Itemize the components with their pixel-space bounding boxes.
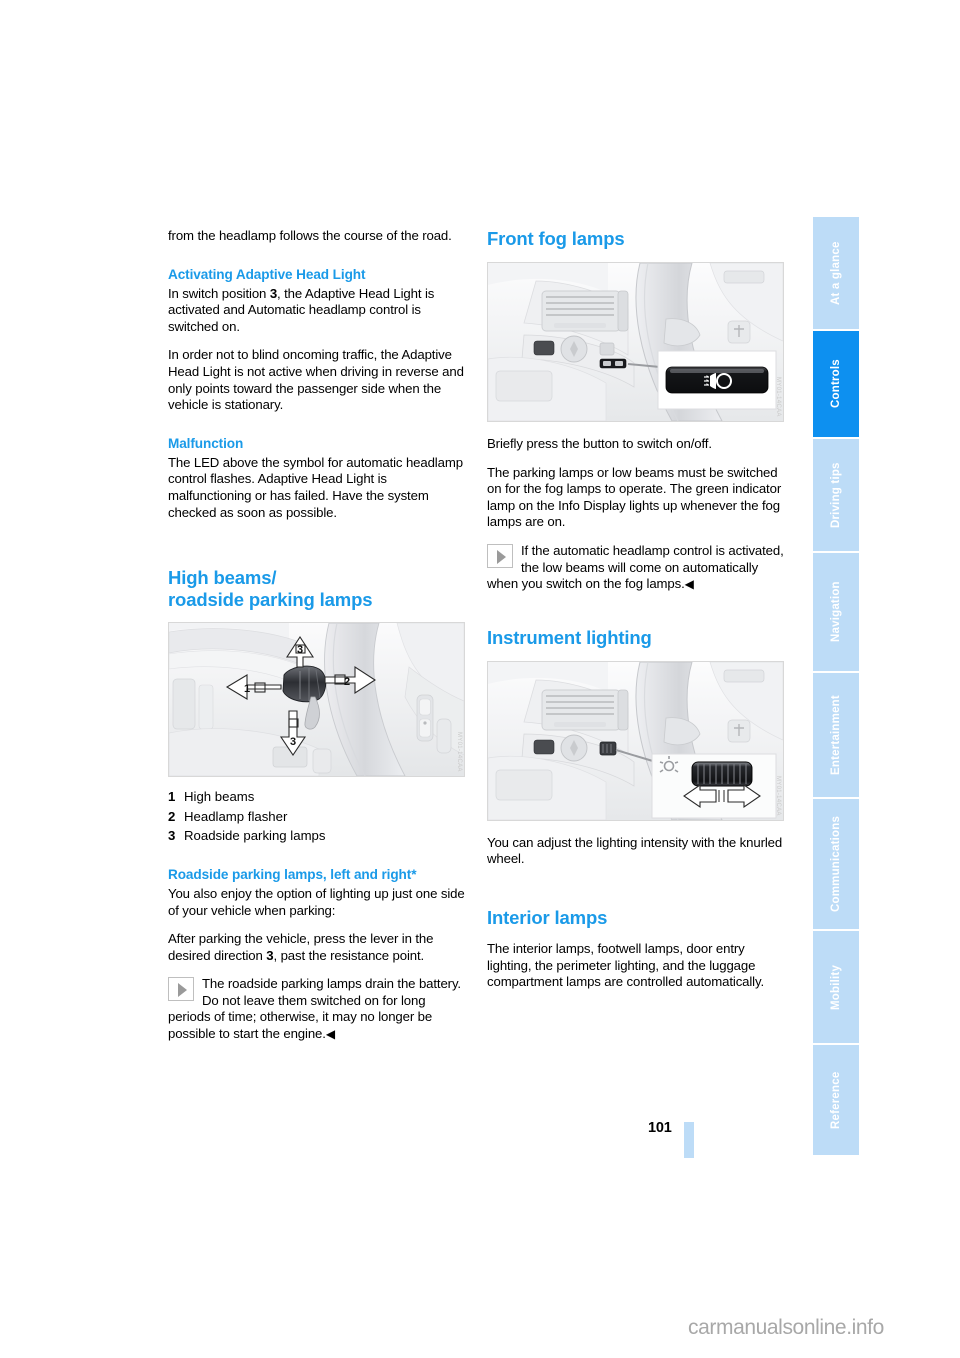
heading-roadside-parking-lamps-left-and-right: Roadside parking lamps, left and right* bbox=[168, 866, 417, 882]
legend-number: 1 bbox=[168, 789, 176, 805]
figure-code: MY01-14CAA bbox=[775, 776, 781, 816]
fog-paragraph-2: The parking lamps or low beams must be s… bbox=[487, 464, 782, 530]
note-end-mark: ◀ bbox=[325, 1027, 335, 1042]
legend-label: High beams bbox=[184, 789, 255, 805]
note-triangle-icon bbox=[487, 543, 513, 568]
page-number: 101 bbox=[648, 1120, 672, 1136]
list-item: 3 Roadside parking lamps bbox=[168, 828, 465, 845]
roadside-paragraph-2: After parking the vehicle, press the lev… bbox=[168, 931, 465, 964]
legend-number: 3 bbox=[168, 828, 176, 844]
legend-number: 2 bbox=[168, 808, 176, 824]
instrument-lighting-illustration bbox=[488, 661, 783, 820]
heading-activating-adaptive-head-light: Activating Adaptive Head Light bbox=[168, 266, 366, 282]
heading-line-1: High beams/ bbox=[168, 567, 277, 589]
tab-label: Controls bbox=[830, 359, 842, 409]
continued-paragraph: from the headlamp follows the course of … bbox=[168, 228, 452, 243]
sidebar-item-mobility[interactable]: Mobility bbox=[813, 931, 859, 1043]
svg-text:1: 1 bbox=[244, 683, 250, 695]
tab-label: Driving tips bbox=[830, 462, 842, 528]
activating-paragraph-1: In switch position 3, the Adaptive Head … bbox=[168, 286, 465, 336]
page-number-bar bbox=[684, 1122, 694, 1158]
note-text: If the automatic headlamp control is act… bbox=[487, 542, 784, 592]
knurled-wheel-callout bbox=[651, 753, 777, 819]
roadside-p2-part-b: , past the resistance point. bbox=[273, 947, 425, 963]
figure-code: MY01-14CAA bbox=[775, 377, 781, 417]
note-end-mark: ◀ bbox=[684, 577, 694, 592]
stalk-legend-list: 1 High beams 2 Headlamp flasher 3 Roadsi… bbox=[168, 789, 465, 845]
tab-label: Mobility bbox=[830, 964, 842, 1010]
knurled-wheel-on-dash bbox=[599, 741, 617, 756]
roadside-paragraph-1: You also enjoy the option of lighting up… bbox=[168, 885, 465, 918]
sidebar-item-entertainment[interactable]: Entertainment bbox=[813, 673, 859, 797]
switch-position-number: 3 bbox=[269, 285, 278, 301]
fog-paragraph-1: Briefly press the button to switch on/of… bbox=[487, 436, 712, 451]
fog-lamp-illustration bbox=[488, 263, 783, 421]
sidebar-item-reference[interactable]: Reference bbox=[813, 1045, 859, 1155]
instrument-paragraph-1: You can adjust the lighting intensity wi… bbox=[487, 834, 783, 867]
figure-fog-lamp-button: MY01-14CAA bbox=[487, 262, 784, 422]
sidebar-item-navigation[interactable]: Navigation bbox=[813, 553, 859, 671]
site-watermark: carmanualsonline.info bbox=[688, 1316, 884, 1339]
note-block-roadside: The roadside parking lamps drain the bat… bbox=[168, 976, 465, 1042]
tab-label: Communications bbox=[830, 815, 842, 913]
malfunction-paragraph: The LED above the symbol for automatic h… bbox=[168, 454, 463, 520]
sidebar-item-at-a-glance[interactable]: At a glance bbox=[813, 217, 859, 329]
direction-number: 3 bbox=[266, 947, 274, 963]
figure-code: MY01-14CAA bbox=[456, 732, 462, 773]
svg-text:3: 3 bbox=[297, 644, 303, 656]
interior-paragraph-1: The interior lamps, footwell lamps, door… bbox=[487, 940, 765, 990]
list-item: 1 High beams bbox=[168, 789, 465, 806]
chapter-tab-sidebar: At a glance Controls Driving tips Naviga… bbox=[813, 217, 859, 1155]
tab-label: Entertainment bbox=[830, 695, 842, 775]
list-item: 2 Headlamp flasher bbox=[168, 809, 465, 826]
tab-label: At a glance bbox=[830, 241, 842, 305]
figure-steering-stalk: 3 1 2 3 MY01-14CAA bbox=[168, 622, 465, 778]
activating-paragraph-2: In order not to blind oncoming traffic, … bbox=[168, 347, 464, 413]
legend-label: Roadside parking lamps bbox=[184, 828, 326, 844]
heading-malfunction: Malfunction bbox=[168, 435, 244, 451]
svg-text:2: 2 bbox=[344, 676, 350, 688]
steering-stalk-illustration: 3 1 2 3 bbox=[169, 623, 464, 777]
heading-interior-lamps: Interior lamps bbox=[487, 906, 608, 928]
tab-label: Navigation bbox=[830, 581, 842, 643]
heading-line-2: roadside parking lamps bbox=[168, 589, 373, 611]
note-text: The roadside parking lamps drain the bat… bbox=[168, 976, 461, 1042]
note-block-fog: If the automatic headlamp control is act… bbox=[487, 543, 784, 593]
activating-p1-part-a: In switch position bbox=[168, 285, 270, 301]
left-text-column: from the headlamp follows the course of … bbox=[168, 228, 465, 1043]
legend-label: Headlamp flasher bbox=[184, 808, 288, 824]
manual-page: from the headlamp follows the course of … bbox=[0, 0, 960, 1358]
heading-instrument-lighting: Instrument lighting bbox=[487, 626, 652, 648]
heading-front-fog-lamps: Front fog lamps bbox=[487, 228, 625, 249]
right-text-column: Front fog lamps MY01-14CAA Briefly press… bbox=[487, 228, 784, 991]
sidebar-item-controls[interactable]: Controls bbox=[813, 331, 859, 437]
tab-label: Reference bbox=[830, 1071, 842, 1129]
sidebar-item-communications[interactable]: Communications bbox=[813, 799, 859, 929]
heading-high-beams-roadside-parking-lamps: High beams/roadside parking lamps bbox=[168, 567, 465, 611]
figure-instrument-lighting: MY01-14CAA bbox=[487, 660, 784, 821]
fog-lamp-button-callout bbox=[657, 350, 777, 410]
note-triangle-icon bbox=[168, 977, 194, 1002]
svg-text:3: 3 bbox=[290, 736, 296, 748]
sidebar-item-driving-tips[interactable]: Driving tips bbox=[813, 439, 859, 551]
